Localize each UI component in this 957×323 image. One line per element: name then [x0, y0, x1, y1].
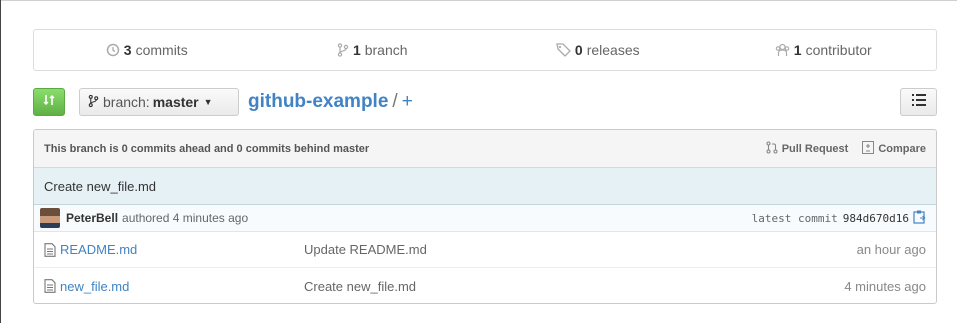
branch-status-bar: This branch is 0 commits ahead and 0 com…	[34, 130, 936, 168]
path-separator: /	[392, 91, 398, 112]
tag-icon	[556, 43, 571, 57]
table-row: new_file.md Create new_file.md 4 minutes…	[34, 268, 936, 303]
file-link[interactable]: README.md	[60, 242, 137, 257]
commit-sha-link[interactable]: 984d670d16	[843, 212, 909, 225]
releases-count: 0	[574, 42, 583, 58]
commits-count: 3	[123, 42, 132, 58]
latest-commit-label: latest commit	[751, 211, 838, 225]
history-icon	[106, 43, 120, 57]
branch-actions: Pull Request Compare	[766, 140, 926, 157]
branches-label: branch	[364, 42, 408, 58]
authored-time: authored 4 minutes ago	[122, 211, 249, 225]
avatar[interactable]	[40, 208, 60, 228]
pull-request-label: Pull Request	[781, 142, 849, 155]
branch-icon	[337, 43, 349, 57]
add-file-button[interactable]: +	[402, 91, 413, 112]
branch-icon	[88, 94, 99, 111]
chevron-down-icon: ▼	[203, 97, 213, 107]
file-commit-message[interactable]: Create new_file.md	[304, 279, 844, 294]
file-link[interactable]: new_file.md	[60, 279, 129, 294]
latest-commit-meta: PeterBell authored 4 minutes ago latest …	[34, 205, 936, 232]
list-icon	[911, 93, 926, 111]
branch-selector[interactable]: branch: master ▼	[79, 88, 239, 116]
repo-summary: 3 commits 1 branch 0 releases 1 contribu…	[33, 29, 937, 71]
show-file-list-button[interactable]	[900, 88, 937, 116]
contributors-count: 1	[793, 42, 802, 58]
file-navigation: This branch is 0 commits ahead and 0 com…	[33, 129, 937, 304]
branch-value: master	[152, 94, 199, 110]
window-top-edge	[0, 0, 957, 1]
file-commit-message[interactable]: Update README.md	[304, 242, 857, 257]
branch-label: branch:	[103, 94, 150, 110]
file-age: 4 minutes ago	[844, 278, 926, 294]
pull-request-link[interactable]: Pull Request	[766, 140, 849, 157]
latest-commit-title[interactable]: Create new_file.md	[34, 168, 936, 205]
compare-link[interactable]: Compare	[862, 140, 926, 157]
file-text-icon	[44, 279, 56, 293]
contributors-link[interactable]: 1 contributor	[711, 30, 937, 70]
commits-link[interactable]: 3 commits	[34, 30, 260, 70]
organization-icon	[775, 43, 790, 57]
diff-icon	[862, 140, 875, 157]
file-name-cell: README.md	[44, 242, 304, 257]
git-compare-icon	[42, 93, 56, 112]
commits-label: commits	[135, 42, 188, 58]
branches-count: 1	[352, 42, 361, 58]
pull-request-icon	[766, 140, 778, 157]
contributors-label: contributor	[805, 42, 872, 58]
table-row: README.md Update README.md an hour ago	[34, 232, 936, 268]
clipboard-icon[interactable]	[913, 210, 926, 227]
commit-author: PeterBell authored 4 minutes ago	[40, 208, 248, 228]
repo-name-link[interactable]: github-example	[248, 91, 388, 112]
compare-label: Compare	[878, 142, 926, 155]
releases-label: releases	[586, 42, 640, 58]
compare-review-button[interactable]	[33, 88, 65, 116]
latest-commit-id: latest commit 984d670d16	[752, 210, 926, 227]
author-name-link[interactable]: PeterBell	[66, 211, 118, 225]
file-text-icon	[44, 242, 56, 257]
branches-link[interactable]: 1 branch	[260, 30, 486, 70]
releases-link[interactable]: 0 releases	[485, 30, 711, 70]
file-name-cell: new_file.md	[44, 279, 304, 294]
file-age: an hour ago	[856, 242, 926, 257]
branch-status-text: This branch is 0 commits ahead and 0 com…	[44, 142, 370, 155]
window-left-edge	[0, 0, 1, 323]
breadcrumb: github-example / +	[248, 91, 413, 113]
